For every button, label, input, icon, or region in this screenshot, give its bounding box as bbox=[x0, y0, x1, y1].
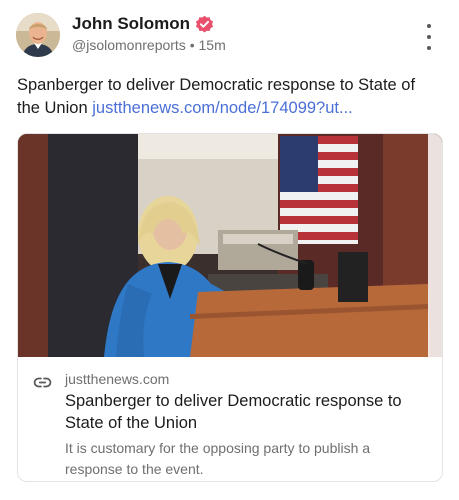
more-options-icon[interactable] bbox=[422, 23, 436, 51]
verified-badge-icon bbox=[195, 15, 214, 32]
link-preview-card[interactable]: justthenews.com Spanberger to deliver De… bbox=[17, 133, 443, 482]
post-link[interactable]: justthenews.com/node/174099?ut... bbox=[92, 99, 353, 117]
author-name-row[interactable]: John Solomon bbox=[72, 14, 214, 34]
card-title[interactable]: Spanberger to deliver Democratic respons… bbox=[65, 390, 425, 434]
card-body: justthenews.com Spanberger to deliver De… bbox=[18, 357, 442, 481]
author-handle[interactable]: @jsolomonreports bbox=[72, 37, 186, 53]
card-description: It is customary for the opposing party t… bbox=[65, 440, 371, 477]
post-text: Spanberger to deliver Democratic respons… bbox=[17, 74, 427, 120]
avatar[interactable] bbox=[16, 13, 60, 57]
post-time[interactable]: 15m bbox=[199, 37, 226, 53]
author-meta: @jsolomonreports • 15m bbox=[72, 37, 226, 53]
meta-separator: • bbox=[189, 37, 195, 53]
card-domain: justthenews.com bbox=[65, 371, 170, 387]
link-icon bbox=[33, 377, 52, 388]
card-image bbox=[18, 134, 442, 357]
author-name[interactable]: John Solomon bbox=[72, 14, 190, 34]
